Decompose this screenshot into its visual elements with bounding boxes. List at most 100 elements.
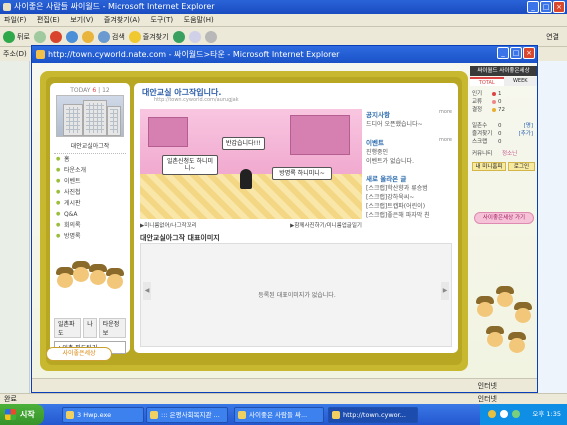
new-posts-section: 새로 올라온 글 [스크랩]학산향과 류승범 [스크랩]강하욱씨~ [스크랩]트… xyxy=(366,173,452,219)
tab-week[interactable]: WEEK xyxy=(503,77,537,86)
stop-button[interactable] xyxy=(49,30,62,43)
system-tray: 오후 1:35 xyxy=(480,404,567,425)
my-minihompy-button[interactable]: 내 미니홈피 xyxy=(472,162,506,171)
speech-bubble-welcome: 반갑습니다!!! xyxy=(222,137,265,151)
maximize-button[interactable]: □ xyxy=(510,47,522,59)
refresh-icon xyxy=(65,30,78,43)
ie-icon xyxy=(238,411,246,419)
notice-more[interactable]: more xyxy=(439,109,452,115)
menu-item-photos[interactable]: 사진첩 xyxy=(54,187,126,198)
notice-item[interactable]: 드디어 오픈했습니다~ xyxy=(366,119,452,128)
menu-item-qna[interactable]: Q&A xyxy=(54,209,126,220)
media-icon xyxy=(172,30,185,43)
menu-favorites[interactable]: 즐겨찾기(A) xyxy=(100,14,144,27)
main-panel: 대안교실 아그작입니다. http://town.cyworld.com/aur… xyxy=(134,83,458,353)
popup-title-bar: http://town.cyworld.nate.com - 싸이월드>타운 -… xyxy=(32,46,537,63)
speech-bubble-guestbook: 방명록 하니미니~ xyxy=(272,167,332,181)
count-scrap: 스크랩 0 xyxy=(472,139,502,145)
minime-avatar xyxy=(240,169,252,189)
empty-image-message: 등록된 대표이미지가 없습니다. xyxy=(258,292,336,299)
new-posts-heading: 새로 올라온 글 xyxy=(366,175,407,183)
tab-me[interactable]: 나 xyxy=(83,318,97,338)
task-cyworld[interactable]: 사이좋은 사람들 싸... xyxy=(234,407,324,423)
add-favorite-link[interactable]: [추가] xyxy=(519,130,533,138)
event-more[interactable]: more xyxy=(439,137,452,143)
building-wing-right xyxy=(107,106,121,136)
back-arrow-icon xyxy=(3,30,15,43)
keeper-name[interactable]: 정소닌 xyxy=(502,150,517,158)
maximize-button[interactable]: □ xyxy=(540,1,552,13)
toolbar: 뒤로 검색 즐겨찾기 연결 xyxy=(0,27,567,47)
representative-image-box: ◀ 등록된 대표이미지가 없습니다. ▶ xyxy=(140,243,452,347)
windows-logo-icon xyxy=(5,409,16,420)
start-button[interactable]: 시작 xyxy=(0,404,44,425)
favorites-button[interactable]: 즐겨찾기 xyxy=(128,30,169,43)
popup-window: http://town.cyworld.nate.com - 싸이월드>타운 -… xyxy=(31,45,538,393)
task-hwp[interactable]: 3 Hwp.exe xyxy=(62,407,144,423)
count-ilchon-link[interactable]: [명] xyxy=(524,122,533,130)
close-button[interactable]: × xyxy=(553,1,565,13)
outer-page-right-strip xyxy=(538,61,567,393)
building-wing-center xyxy=(83,100,107,136)
menu-item-board[interactable]: 게시판 xyxy=(54,198,126,209)
print-icon xyxy=(204,30,217,43)
room-shelf-left xyxy=(148,117,188,147)
tray-icon[interactable] xyxy=(488,410,496,418)
menu-tools[interactable]: 도구(T) xyxy=(146,14,177,27)
print-button[interactable] xyxy=(204,30,217,43)
ie-icon xyxy=(36,50,45,59)
links-label[interactable]: 연결 xyxy=(546,32,559,42)
media-button[interactable] xyxy=(172,30,185,43)
forward-button[interactable] xyxy=(33,30,46,43)
tab-town-info[interactable]: 타운정보 xyxy=(98,318,126,338)
go-site-button[interactable]: 사이좋은세상 가기 xyxy=(474,212,534,224)
menu-item-event[interactable]: 이벤트 xyxy=(54,176,126,187)
new-post-item[interactable]: [스크랩]강하욱씨~ xyxy=(366,192,452,201)
tray-icon[interactable] xyxy=(512,410,520,418)
community-keeper: 커뮤니티 정소닌 xyxy=(472,150,518,158)
task-welfare-center[interactable]: ::: 은평사회복지관 ... xyxy=(146,407,228,423)
search-button[interactable]: 검색 xyxy=(97,30,125,43)
room-link-left[interactable]: ▶미니룸없어/나그작꼬리 xyxy=(140,223,197,229)
tab-total[interactable]: TOTAL xyxy=(470,77,504,86)
room-link-right[interactable]: ▶함께사진하기/미니룸업글일기 xyxy=(290,221,362,229)
tab-ilchon[interactable]: 일촌파도 xyxy=(54,318,82,338)
menu-item-intro[interactable]: 타운소개 xyxy=(54,165,126,176)
login-button[interactable]: 로그인 xyxy=(508,162,535,171)
menu-file[interactable]: 파일(F) xyxy=(0,14,30,27)
popup-body: TODAY 6 | 12 대안교실아그작 홈 타운소개 이벤트 사진첩 xyxy=(32,63,537,378)
ie-icon xyxy=(3,3,11,11)
browser-title: 사이좋은 사람들 싸이월드 - Microsoft Internet Explo… xyxy=(14,2,215,11)
count-favorites: 즐겨찾기 0 [추가] xyxy=(472,130,533,138)
stop-icon xyxy=(49,30,62,43)
speech-bubble-ilchon: 일촌신청도 하니미니~ xyxy=(162,155,218,176)
new-post-item[interactable]: [스크랩]학산향과 류승범 xyxy=(366,183,452,192)
refresh-button[interactable] xyxy=(65,30,78,43)
stat-decision: 결정 72 xyxy=(472,107,505,113)
minimize-button[interactable]: _ xyxy=(497,47,509,59)
new-post-item[interactable]: [스크랩]좋은해 파자막 친 xyxy=(366,210,452,219)
task-town-popup[interactable]: http://town.cywor... xyxy=(328,407,418,423)
menu-help[interactable]: 도움말(H) xyxy=(180,14,218,27)
back-button[interactable]: 뒤로 xyxy=(3,30,30,43)
tray-icon[interactable] xyxy=(500,410,508,418)
profile-photo xyxy=(56,95,124,137)
new-post-item[interactable]: [스크랩]트캡파(어린이) xyxy=(366,201,452,210)
site-logo[interactable]: 사이좋은세상 xyxy=(46,347,112,361)
room-shelf-right xyxy=(290,115,350,155)
menu-item-minutes[interactable]: 회의록 xyxy=(54,220,126,231)
menu-edit[interactable]: 편집(E) xyxy=(33,14,64,27)
close-button[interactable]: × xyxy=(523,47,535,59)
page-url[interactable]: http://town.cyworld.com/aurugjak xyxy=(154,97,239,103)
mail-button[interactable] xyxy=(188,30,201,43)
home-icon xyxy=(81,30,94,43)
menu-view[interactable]: 보기(V) xyxy=(66,14,97,27)
menu-item-home[interactable]: 홈 xyxy=(54,154,126,165)
minimize-button[interactable]: _ xyxy=(527,1,539,13)
popup-status-zone: 인터넷 xyxy=(477,382,497,390)
next-arrow-icon[interactable]: ▶ xyxy=(441,282,449,300)
outer-page-left-strip xyxy=(0,61,30,393)
event-section: 이벤트 more 진행중인 이벤트가 없습니다. xyxy=(366,137,452,165)
home-button[interactable] xyxy=(81,30,94,43)
menu-item-guestbook[interactable]: 방명록 xyxy=(54,231,126,242)
